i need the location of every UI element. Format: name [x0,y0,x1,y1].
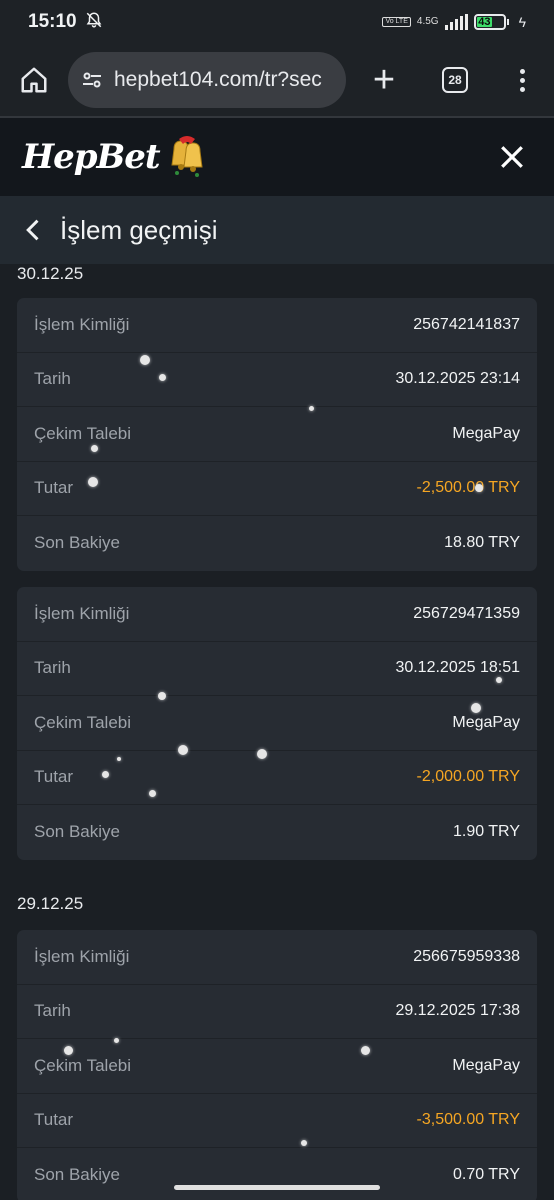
logo-text: HepBet [22,137,161,177]
snowflake [102,771,109,778]
transaction-history[interactable]: 30.12.25 İşlem Kimliği 256742141837 Tarih… [0,264,554,1200]
transaction-amount: -2,000.00 TRY [416,768,520,786]
transaction-amount-row: Tutar -2,500.00 TRY [17,462,537,516]
transaction-amount: -3,500.00 TRY [416,1111,520,1129]
plus-icon: + [372,58,396,101]
snowflake [140,355,150,365]
new-tab-button[interactable]: + [348,44,420,116]
transaction-id-row: İşlem Kimliği 256742141837 [17,298,537,353]
transaction-date-row: Tarih 30.12.2025 18:51 [17,642,537,696]
charging-icon: ϟ [518,14,526,30]
transaction-card: İşlem Kimliği 256675959338 Tarih 29.12.202… [17,930,537,1200]
snowflake [91,445,98,452]
snowflake [301,1140,307,1146]
balance-after: 0.70 TRY [452,1166,520,1184]
tab-switcher-button[interactable]: 28 [420,44,490,116]
balance-after: 18.80 TRY [444,534,520,552]
christmas-bells-icon [171,136,203,177]
payment-method: MegaPay [452,1056,520,1074]
site-header: HepBet [0,118,554,196]
payment-method: MegaPay [452,424,520,442]
snowflake [158,692,166,700]
home-button[interactable] [0,44,68,116]
transaction-balance-row: Son Bakiye 0.70 TRY [34,1165,520,1185]
snowflake [114,1038,119,1043]
transaction-id-row: İşlem Kimliği 256729471359 [17,587,537,642]
tab-count: 28 [442,67,468,93]
transaction-card: İşlem Kimliği 256729471359 Tarih 30.12.202… [17,587,537,860]
snowflake [117,757,121,761]
snowflake [475,484,483,492]
status-bar: 15:10 Vo LTE 4.5G 43 ϟ [0,0,554,44]
url-text[interactable]: hepbet104.com/tr?sec [114,68,322,92]
transaction-amount-row: Tutar -3,500.00 TRY [17,1094,537,1148]
transaction-type-row: Çekim Talebi MegaPay [17,407,537,462]
page-header: İşlem geçmişi [0,196,554,264]
site-settings-icon[interactable] [80,68,104,92]
network-type: 4.5G [416,16,439,27]
battery-level: 43 [476,16,493,28]
transaction-card: İşlem Kimliği 256742141837 Tarih 30.12.202… [17,298,537,571]
gesture-nav-bar[interactable] [174,1185,380,1190]
transaction-id-row: İşlem Kimliği 256675959338 [17,930,537,985]
snowflake [64,1046,73,1055]
transaction-type-row: Çekim Talebi MegaPay [17,1039,537,1094]
transaction-type-row: Çekim Talebi MegaPay [17,696,537,751]
date-group-label: 29.12.25 [17,894,84,913]
snowflake [471,703,481,713]
snowflake [88,477,98,487]
date-group-label: 30.12.25 [17,264,84,283]
page-title: İşlem geçmişi [60,214,218,245]
transaction-date: 30.12.2025 18:51 [395,659,520,677]
transaction-id: 256742141837 [413,315,520,333]
transaction-date: 30.12.2025 23:14 [395,370,520,388]
bell-off-icon [85,11,103,34]
snowflake [361,1046,370,1055]
transaction-date-row: Tarih 30.12.2025 23:14 [17,353,537,407]
browser-toolbar: hepbet104.com/tr?sec + 28 [0,44,554,116]
transaction-amount-row: Tutar -2,000.00 TRY [17,751,537,805]
snowflake [309,406,314,411]
back-arrow-icon[interactable] [20,216,48,244]
close-icon [501,146,523,168]
snowflake [496,677,502,683]
clock: 15:10 [28,11,77,32]
transaction-amount: -2,500.00 TRY [416,479,520,497]
transaction-id: 256729471359 [413,604,520,622]
balance-after: 1.90 TRY [452,823,520,841]
battery-icon: 43 [473,14,509,30]
signal-icon [444,14,468,30]
home-icon [21,67,47,93]
volte-icon: Vo LTE [382,17,411,27]
more-menu-button[interactable] [490,44,554,116]
site-logo[interactable]: HepBet [22,135,210,179]
transaction-balance-row: Son Bakiye 18.80 TRY [34,533,520,553]
transaction-balance-row: Son Bakiye 1.90 TRY [34,822,520,842]
close-button[interactable] [492,137,532,177]
snowflake [159,374,166,381]
snowflake [178,745,188,755]
snowflake [257,749,267,759]
transaction-id: 256675959338 [413,947,520,965]
payment-method: MegaPay [452,713,520,731]
address-bar[interactable]: hepbet104.com/tr?sec [68,52,346,108]
transaction-date: 29.12.2025 17:38 [395,1002,520,1020]
snowflake [149,790,156,797]
transaction-date-row: Tarih 29.12.2025 17:38 [17,985,537,1039]
